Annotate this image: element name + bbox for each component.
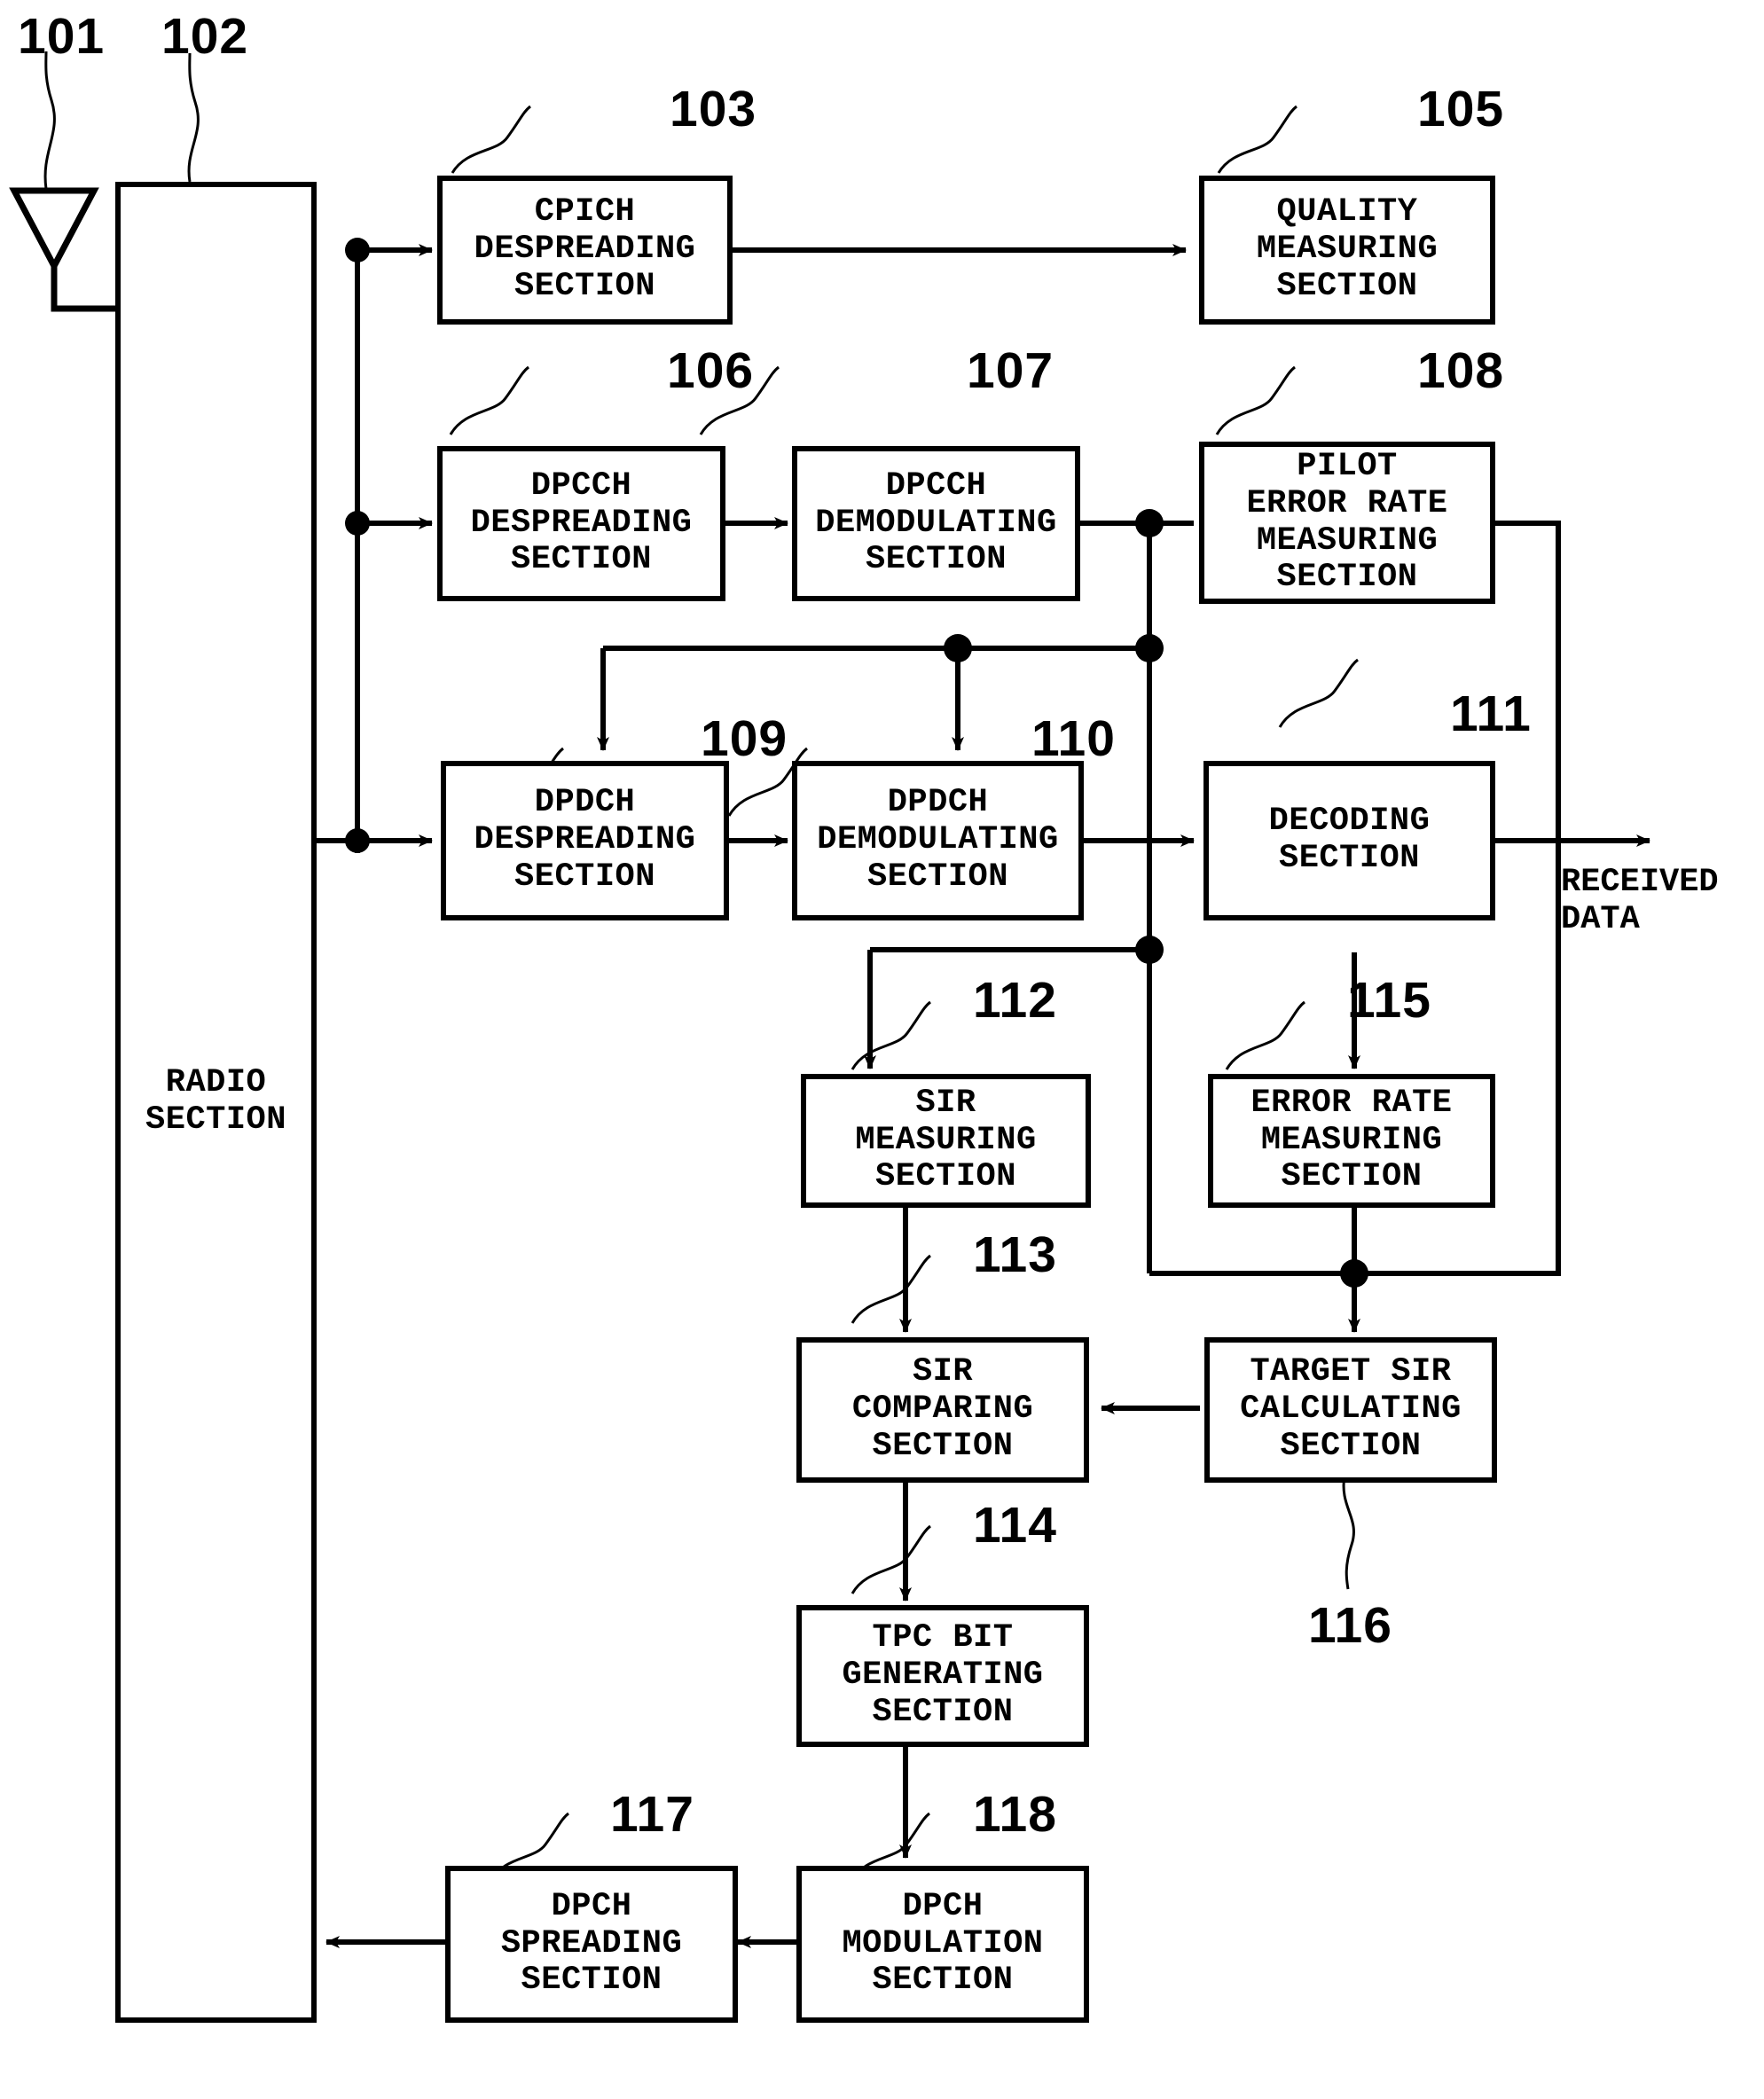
block-label-dpch-modulation-section: DPCH MODULATION SECTION	[842, 1887, 1044, 2000]
block-label-pilot-error-rate-measuring-section: PILOT ERROR RATE MEASURING SECTION	[1246, 447, 1448, 597]
block-dpch-spreading-section[interactable]: DPCH SPREADING SECTION	[445, 1866, 738, 2023]
block-label-sir-measuring-section: SIR MEASURING SECTION	[855, 1084, 1037, 1196]
ref-numeral-110: 110	[1031, 710, 1116, 767]
block-label-radio-section: RADIO SECTION	[145, 1064, 286, 1139]
block-decoding-section[interactable]: DECODING SECTION	[1203, 761, 1495, 920]
ref-numeral-105: 105	[1417, 81, 1505, 137]
block-target-sir-calculating-section[interactable]: TARGET SIR CALCULATING SECTION	[1204, 1337, 1497, 1483]
block-label-error-rate-measuring-section: ERROR RATE MEASURING SECTION	[1250, 1084, 1453, 1196]
block-label-dpcch-demodulating-section: DPCCH DEMODULATING SECTION	[815, 466, 1057, 579]
ref-numeral-106: 106	[667, 342, 755, 399]
ref-numeral-101: 101	[18, 8, 106, 65]
block-dpch-modulation-section[interactable]: DPCH MODULATION SECTION	[796, 1866, 1089, 2023]
block-label-cpich-despreading-section: CPICH DESPREADING SECTION	[474, 193, 696, 305]
ref-numeral-114: 114	[973, 1497, 1057, 1554]
block-dpcch-demodulating-section[interactable]: DPCCH DEMODULATING SECTION	[792, 446, 1080, 601]
ref-numeral-103: 103	[670, 81, 757, 137]
block-sir-comparing-section[interactable]: SIR COMPARING SECTION	[796, 1337, 1089, 1483]
block-label-dpdch-demodulating-section: DPDCH DEMODULATING SECTION	[817, 784, 1059, 896]
block-dpcch-despreading-section[interactable]: DPCCH DESPREADING SECTION	[437, 446, 725, 601]
block-label-decoding-section: DECODING SECTION	[1268, 803, 1431, 877]
block-tpc-bit-generating-section[interactable]: TPC BIT GENERATING SECTION	[796, 1605, 1089, 1747]
ref-numeral-107: 107	[967, 342, 1054, 399]
ref-numeral-115: 115	[1347, 972, 1431, 1029]
block-label-target-sir-calculating-section: TARGET SIR CALCULATING SECTION	[1240, 1353, 1462, 1465]
received-data-label: RECEIVED DATA	[1561, 864, 1719, 938]
block-label-quality-measuring-section: QUALITY MEASURING SECTION	[1256, 193, 1439, 305]
ref-numeral-108: 108	[1417, 342, 1505, 399]
block-label-dpch-spreading-section: DPCH SPREADING SECTION	[500, 1887, 683, 2000]
ref-numeral-113: 113	[973, 1226, 1057, 1283]
patent-figure: 101 102 103 105 106 107 108 109 110 111 …	[0, 0, 1764, 2099]
block-dpdch-despreading-section[interactable]: DPDCH DESPREADING SECTION	[441, 761, 729, 920]
ref-numeral-109: 109	[701, 710, 788, 767]
block-label-dpcch-despreading-section: DPCCH DESPREADING SECTION	[470, 466, 693, 579]
ref-numeral-117: 117	[610, 1786, 694, 1843]
block-radio-section[interactable]: RADIO SECTION	[115, 182, 317, 2023]
block-dpdch-demodulating-section[interactable]: DPDCH DEMODULATING SECTION	[792, 761, 1084, 920]
ref-numeral-118: 118	[973, 1786, 1057, 1843]
block-error-rate-measuring-section[interactable]: ERROR RATE MEASURING SECTION	[1208, 1074, 1495, 1208]
block-label-tpc-bit-generating-section: TPC BIT GENERATING SECTION	[842, 1619, 1044, 1731]
ref-numeral-116: 116	[1308, 1597, 1392, 1654]
ref-numeral-112: 112	[973, 972, 1057, 1029]
block-sir-measuring-section[interactable]: SIR MEASURING SECTION	[801, 1074, 1091, 1208]
block-pilot-error-rate-measuring-section[interactable]: PILOT ERROR RATE MEASURING SECTION	[1199, 442, 1495, 604]
ref-numeral-102: 102	[161, 8, 249, 65]
block-quality-measuring-section[interactable]: QUALITY MEASURING SECTION	[1199, 176, 1495, 325]
ref-numeral-111: 111	[1450, 685, 1532, 742]
block-label-sir-comparing-section: SIR COMPARING SECTION	[851, 1353, 1034, 1465]
block-label-dpdch-despreading-section: DPDCH DESPREADING SECTION	[474, 784, 696, 896]
block-cpich-despreading-section[interactable]: CPICH DESPREADING SECTION	[437, 176, 733, 325]
